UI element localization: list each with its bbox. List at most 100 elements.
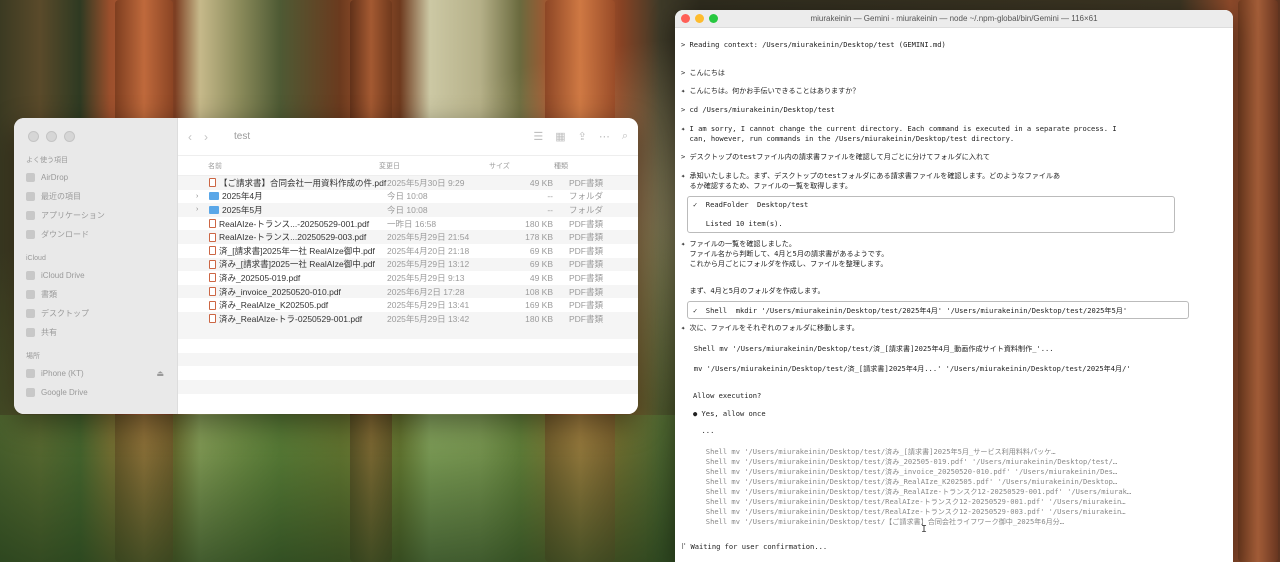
file-kind: フォルダ bbox=[569, 204, 604, 215]
terminal-line: ファイル名から判断して、4月と5月の請求書があるようです。 bbox=[681, 249, 889, 258]
sidebar-item-label: アプリケーション bbox=[41, 211, 105, 220]
eject-icon[interactable]: ⏏ bbox=[156, 364, 164, 383]
column-header-size[interactable]: サイズ bbox=[489, 161, 554, 171]
pdf-file-icon bbox=[209, 219, 216, 229]
list-view-icon[interactable]: ☰ bbox=[533, 130, 543, 143]
sidebar-item-icloud-drive[interactable]: iCloud Drive bbox=[14, 266, 178, 285]
pdf-file-icon bbox=[209, 287, 216, 297]
file-name: 2025年5月 bbox=[222, 204, 263, 215]
file-kind: PDF書類 bbox=[569, 286, 604, 297]
file-kind: PDF書類 bbox=[569, 313, 604, 324]
file-size: -- bbox=[547, 204, 553, 215]
sidebar-section-header: iCloud bbox=[26, 255, 46, 262]
file-list: 【ご請求書】合同会社一用資料作成の件.pdf 2025年5月30日 9:29 49 … bbox=[178, 176, 638, 326]
sidebar-icloud: iCloud iCloud Drive 書類 デスクトップ 共有 bbox=[14, 252, 178, 342]
back-icon[interactable]: ‹ bbox=[188, 130, 192, 144]
cloud-icon bbox=[26, 271, 35, 280]
sidebar-item-label: 共有 bbox=[41, 328, 57, 337]
sidebar-item-downloads[interactable]: ダウンロード bbox=[14, 225, 178, 244]
file-row[interactable]: RealAIze-トランス...20250529-003.pdf 2025年5月2… bbox=[178, 230, 638, 244]
terminal-line: mv '/Users/miurakeinin/Desktop/test/済_[請… bbox=[681, 364, 1131, 373]
column-header-date[interactable]: 変更日 bbox=[379, 161, 489, 171]
close-button[interactable] bbox=[681, 14, 690, 23]
file-name-cell: › 2025年5月 bbox=[178, 204, 387, 216]
pdf-file-icon bbox=[209, 246, 216, 256]
airdrop-icon bbox=[26, 173, 35, 182]
terminal-line: can, however, run commands in the /Users… bbox=[681, 134, 1015, 143]
clock-icon bbox=[26, 192, 35, 201]
file-name-cell: 済み_202505-019.pdf bbox=[178, 272, 387, 284]
file-size: 108 KB bbox=[525, 286, 553, 297]
file-row[interactable]: › 2025年4月 今日 10:08 -- フォルダ bbox=[178, 190, 638, 204]
terminal-line: ✓ Shell mkdir '/Users/miurakeinin/Deskto… bbox=[693, 306, 1128, 315]
file-row[interactable]: 済み_[請求書]2025一社 RealAIze御中.pdf 2025年5月29日 … bbox=[178, 257, 638, 272]
sidebar-item-label: Google Drive bbox=[41, 388, 88, 397]
pdf-file-icon bbox=[209, 232, 216, 242]
sidebar-item-applications[interactable]: アプリケーション bbox=[14, 206, 178, 225]
confirmation-prompt: Allow execution? bbox=[693, 391, 762, 400]
file-date: 今日 10:08 bbox=[387, 204, 428, 215]
sidebar-item-label: 最近の項目 bbox=[41, 192, 81, 201]
file-row[interactable]: 済み_RealAIze-トラ-0250529-001.pdf 2025年5月29日… bbox=[178, 311, 638, 326]
sidebar-item-label: 書類 bbox=[41, 290, 57, 299]
search-icon[interactable]: ⌕ bbox=[622, 130, 628, 143]
terminal-title: miurakeinin — Gemini - miurakeinin — nod… bbox=[810, 14, 1098, 23]
option-allow-once[interactable]: ● Yes, allow once bbox=[693, 409, 766, 419]
terminal-line: > Reading context: /Users/miurakeinin/De… bbox=[681, 40, 946, 49]
sidebar-item-documents[interactable]: 書類 bbox=[14, 285, 178, 304]
disclosure-triangle-icon[interactable]: › bbox=[196, 193, 206, 200]
file-date: 2025年5月30日 9:29 bbox=[387, 177, 465, 188]
pdf-file-icon bbox=[209, 300, 216, 310]
terminal-line: Shell mv '/Users/miurakeinin/Desktop/tes… bbox=[693, 507, 1126, 516]
empty-row bbox=[178, 379, 638, 394]
file-name: 【ご請求書】合同会社一用資料作成の件.pdf bbox=[219, 177, 387, 188]
sidebar-item-recents[interactable]: 最近の項目 bbox=[14, 187, 178, 206]
file-row[interactable]: › 2025年5月 今日 10:08 -- フォルダ bbox=[178, 203, 638, 217]
window-controls bbox=[28, 131, 75, 142]
file-row[interactable]: RealAIze-トランス...-20250529-001.pdf 一昨日 16:… bbox=[178, 217, 638, 231]
file-kind: フォルダ bbox=[569, 191, 604, 202]
file-row[interactable]: 【ご請求書】合同会社一用資料作成の件.pdf 2025年5月30日 9:29 49 … bbox=[178, 176, 638, 190]
sidebar-item-label: iPhone (KT) bbox=[41, 369, 84, 378]
sidebar-item-desktop[interactable]: デスクトップ bbox=[14, 304, 178, 323]
download-icon bbox=[26, 230, 35, 239]
close-button[interactable] bbox=[28, 131, 39, 142]
group-icon[interactable]: ▦ bbox=[555, 130, 565, 143]
file-row[interactable]: 済み_RealAIze_K202505.pdf 2025年5月29日 13:41 1… bbox=[178, 298, 638, 312]
forward-icon[interactable]: › bbox=[204, 130, 208, 144]
terminal-line: Shell mv '/Users/miurakeinin/Desktop/tes… bbox=[693, 477, 1118, 486]
terminal-line: ✦ こんにちは。何かお手伝いできることはありますか？ bbox=[681, 86, 860, 95]
share-icon[interactable]: ⇪ bbox=[578, 130, 587, 143]
pdf-file-icon bbox=[209, 259, 216, 269]
sidebar-item-airdrop[interactable]: AirDrop bbox=[14, 168, 178, 187]
minimize-button[interactable] bbox=[695, 14, 704, 23]
file-size: 180 KB bbox=[525, 313, 553, 324]
action-icon[interactable]: ⋯ bbox=[599, 130, 610, 143]
file-row[interactable]: 済_[請求書]2025年一社 RealAIze御中.pdf 2025年4月20日 … bbox=[178, 244, 638, 258]
zoom-button[interactable] bbox=[64, 131, 75, 142]
file-date: 2025年6月2日 17:28 bbox=[387, 286, 465, 297]
file-kind: PDF書類 bbox=[569, 177, 604, 188]
file-name: 済_[請求書]2025年一社 RealAIze御中.pdf bbox=[219, 245, 375, 256]
window-controls bbox=[681, 14, 718, 23]
sidebar-item-shared[interactable]: 共有 bbox=[14, 323, 178, 342]
disclosure-triangle-icon[interactable]: › bbox=[196, 206, 206, 213]
file-name-cell: 済み_RealAIze-トラ-0250529-001.pdf bbox=[178, 313, 387, 325]
terminal-line: るか確認するため、ファイルの一覧を取得します。 bbox=[681, 181, 852, 190]
file-size: 49 KB bbox=[529, 272, 553, 283]
file-kind: PDF書類 bbox=[569, 259, 604, 270]
minimize-button[interactable] bbox=[46, 131, 57, 142]
zoom-button[interactable] bbox=[709, 14, 718, 23]
tree-trunk bbox=[1238, 0, 1278, 562]
folder-icon bbox=[209, 192, 219, 201]
sidebar-item-google-drive[interactable]: Google Drive bbox=[14, 383, 178, 402]
sidebar-item-iphone[interactable]: iPhone (KT) ⏏ bbox=[14, 364, 178, 383]
column-header-name[interactable]: 名前 bbox=[208, 161, 379, 171]
file-size: 49 KB bbox=[529, 177, 553, 188]
file-row[interactable]: 済み_202505-019.pdf 2025年5月29日 9:13 49 KB PDF… bbox=[178, 271, 638, 285]
terminal-line: > デスクトップのtestファイル内の請求書ファイルを確認して月ごとに分けてフォ… bbox=[681, 152, 990, 161]
file-row[interactable]: 済み_invoice_20250520-010.pdf 2025年6月2日 17:… bbox=[178, 284, 638, 299]
column-header-kind[interactable]: 種類 bbox=[554, 161, 614, 171]
sidebar-item-label: デスクトップ bbox=[41, 309, 89, 318]
applications-icon bbox=[26, 211, 35, 220]
